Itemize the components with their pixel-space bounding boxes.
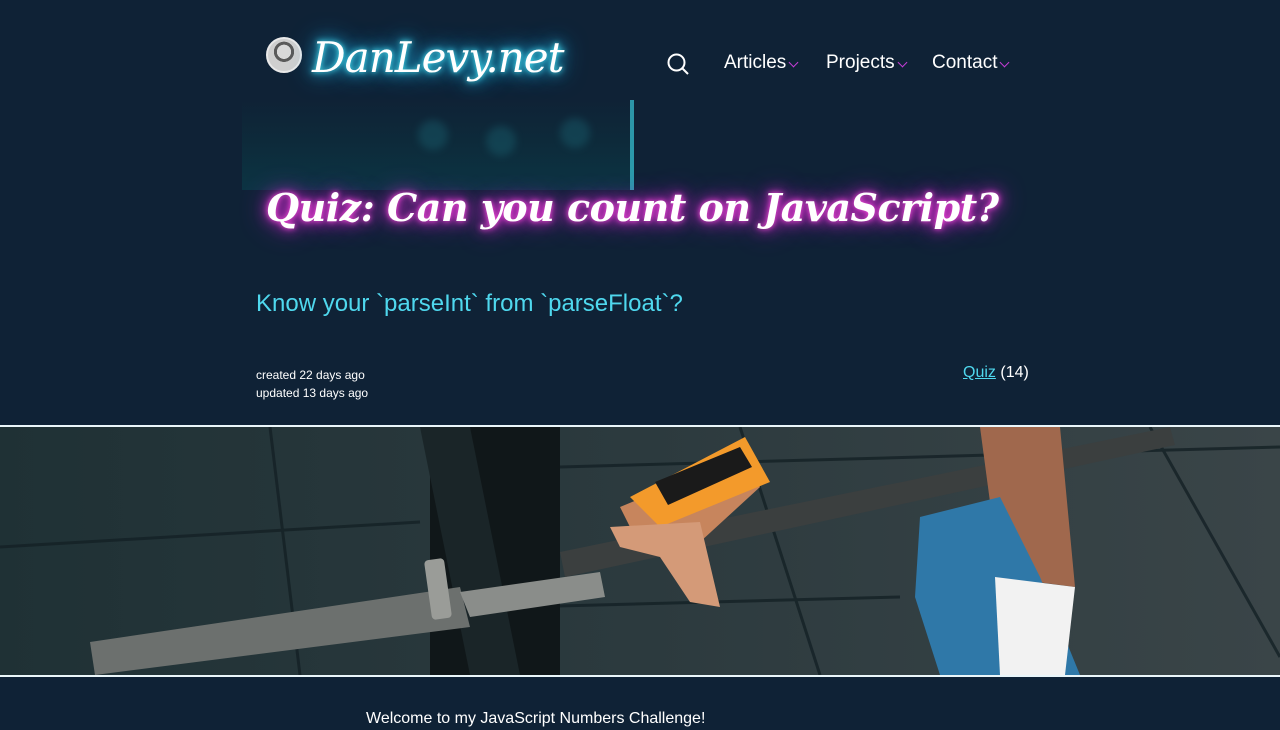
chevron-down-icon — [1000, 57, 1010, 68]
hero-background-image — [242, 100, 634, 190]
search-icon[interactable] — [666, 52, 690, 76]
site-header: DanLevy.net Articles Projects Contact — [0, 0, 1280, 100]
article-intro: Welcome to my JavaScript Numbers Challen… — [366, 710, 706, 727]
nav-articles-label: Articles — [724, 52, 787, 73]
article-title: Quiz: Can you count on JavaScript? — [266, 185, 999, 230]
nav-contact[interactable]: Contact — [932, 50, 1010, 76]
article-tags: Quiz (14) — [963, 362, 1029, 384]
avatar[interactable] — [266, 37, 302, 73]
site-logo[interactable]: DanLevy.net — [312, 28, 565, 88]
updated-date: updated 13 days ago — [256, 386, 369, 400]
barbell-deadlift-illustration — [0, 427, 1280, 675]
nav-contact-label: Contact — [932, 52, 998, 73]
chevron-down-icon — [788, 57, 799, 68]
created-date: created 22 days ago — [256, 368, 365, 382]
article-subtitle: Know your `parseInt` from `parseFloat`? — [256, 290, 683, 317]
chevron-down-icon — [897, 57, 908, 68]
nav-projects-label: Projects — [826, 52, 895, 73]
tag-link-quiz[interactable]: Quiz — [963, 364, 996, 381]
nav-projects[interactable]: Projects — [826, 50, 908, 76]
tag-count: (14) — [1000, 364, 1029, 381]
article-dates: created 22 days ago updated 13 days ago — [256, 366, 368, 402]
article-banner-image — [0, 425, 1280, 677]
nav-articles[interactable]: Articles — [724, 50, 799, 76]
